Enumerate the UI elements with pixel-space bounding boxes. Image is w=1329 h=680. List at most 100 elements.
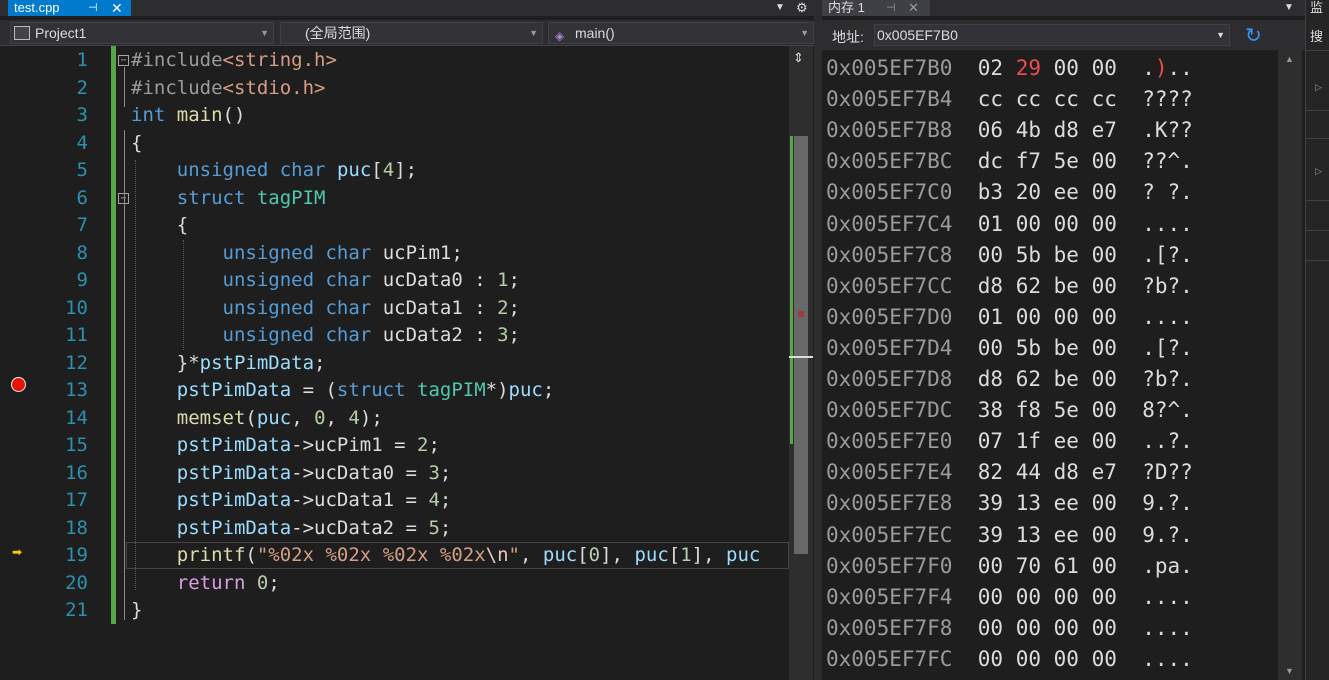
- memory-row[interactable]: 0x005EF7DC 38 f8 5e 00 8?^.: [826, 395, 1193, 426]
- memory-byte[interactable]: be: [1054, 243, 1079, 267]
- memory-byte[interactable]: 00: [1054, 212, 1079, 236]
- memory-byte[interactable]: ee: [1054, 429, 1079, 453]
- memory-byte[interactable]: cc: [1092, 87, 1117, 111]
- memory-byte[interactable]: 00: [978, 336, 1003, 360]
- memory-byte[interactable]: 00: [1092, 149, 1117, 173]
- pin-icon[interactable]: ⊣: [886, 0, 896, 16]
- memory-byte[interactable]: 00: [1092, 616, 1117, 640]
- scope-dropdown[interactable]: (全局范围) ▼: [280, 22, 543, 44]
- memory-byte[interactable]: 00: [1092, 585, 1117, 609]
- window-menu-dropdown-icon[interactable]: ▼: [1284, 0, 1294, 16]
- watch-search-input[interactable]: 搜: [1310, 26, 1323, 45]
- memory-row[interactable]: 0x005EF7F4 00 00 00 00 ....: [826, 582, 1193, 613]
- memory-byte[interactable]: 00: [978, 243, 1003, 267]
- memory-byte[interactable]: 01: [978, 212, 1003, 236]
- memory-row[interactable]: 0x005EF7E0 07 1f ee 00 ..?.: [826, 426, 1193, 457]
- code-line[interactable]: unsigned char ucPim1;: [131, 240, 789, 267]
- memory-byte[interactable]: 00: [978, 554, 1003, 578]
- memory-byte[interactable]: 06: [978, 118, 1003, 142]
- memory-row[interactable]: 0x005EF7F0 00 70 61 00 .pa.: [826, 551, 1193, 582]
- memory-byte[interactable]: 62: [1016, 274, 1041, 298]
- memory-byte[interactable]: 00: [1092, 180, 1117, 204]
- memory-byte[interactable]: 00: [1092, 56, 1117, 80]
- memory-byte[interactable]: e7: [1092, 118, 1117, 142]
- memory-byte[interactable]: 00: [1016, 647, 1041, 671]
- memory-byte[interactable]: 62: [1016, 367, 1041, 391]
- memory-row[interactable]: 0x005EF7D8 d8 62 be 00 ?b?.: [826, 364, 1193, 395]
- code-line[interactable]: int main(): [131, 102, 789, 129]
- memory-row[interactable]: 0x005EF7EC 39 13 ee 00 9.?.: [826, 520, 1193, 551]
- memory-byte[interactable]: 00: [978, 616, 1003, 640]
- memory-byte[interactable]: b3: [978, 180, 1003, 204]
- memory-byte[interactable]: d8: [978, 274, 1003, 298]
- code-line[interactable]: pstPimData->ucData0 = 3;: [131, 460, 789, 487]
- memory-byte[interactable]: 44: [1016, 460, 1041, 484]
- memory-byte[interactable]: 00: [1092, 367, 1117, 391]
- memory-byte[interactable]: 00: [1092, 491, 1117, 515]
- split-editor-icon[interactable]: ⇕: [793, 50, 804, 66]
- memory-byte[interactable]: 39: [978, 491, 1003, 515]
- memory-byte[interactable]: cc: [1016, 87, 1041, 111]
- breakpoint-icon[interactable]: [11, 377, 26, 392]
- editor-vertical-scrollbar[interactable]: ⇕: [789, 46, 813, 680]
- memory-byte[interactable]: 00: [1054, 647, 1079, 671]
- memory-row[interactable]: 0x005EF7BC dc f7 5e 00 ??^.: [826, 146, 1193, 177]
- code-line[interactable]: printf("%02x %02x %02x %02x\n", puc[0], …: [131, 542, 789, 569]
- memory-row[interactable]: 0x005EF7C0 b3 20 ee 00 ? ?.: [826, 177, 1193, 208]
- memory-row[interactable]: 0x005EF7C8 00 5b be 00 .[?.: [826, 240, 1193, 271]
- memory-byte[interactable]: 13: [1016, 523, 1041, 547]
- memory-byte[interactable]: 00: [1092, 647, 1117, 671]
- memory-byte[interactable]: be: [1054, 336, 1079, 360]
- tab-test-cpp[interactable]: test.cpp ⊣ ✕: [8, 0, 131, 16]
- memory-byte[interactable]: 00: [1054, 585, 1079, 609]
- memory-byte[interactable]: e7: [1092, 460, 1117, 484]
- memory-row[interactable]: 0x005EF7D0 01 00 00 00 ....: [826, 302, 1193, 333]
- memory-byte[interactable]: 5e: [1054, 398, 1079, 422]
- memory-row[interactable]: 0x005EF7FC 00 00 00 00 ....: [826, 644, 1193, 675]
- memory-byte[interactable]: 00: [978, 647, 1003, 671]
- memory-byte[interactable]: ee: [1054, 523, 1079, 547]
- pin-icon[interactable]: ⊣: [88, 0, 98, 16]
- memory-vertical-scrollbar[interactable]: ▲ ▼: [1278, 50, 1302, 680]
- code-line[interactable]: unsigned char ucData0 : 1;: [131, 267, 789, 294]
- memory-byte[interactable]: 5e: [1054, 149, 1079, 173]
- code-line[interactable]: unsigned char ucData2 : 3;: [131, 322, 789, 349]
- code-editor[interactable]: test.cpp ⊣ ✕ ▼ ⚙ Project1 ▼ (全局范围) ▼ ◈ m…: [0, 0, 814, 680]
- scroll-down-icon[interactable]: ▼: [1285, 666, 1294, 676]
- code-line[interactable]: struct tagPIM: [131, 185, 789, 212]
- memory-byte[interactable]: 38: [978, 398, 1003, 422]
- code-line[interactable]: unsigned char puc[4];: [131, 157, 789, 184]
- memory-byte[interactable]: be: [1054, 274, 1079, 298]
- memory-byte[interactable]: 5b: [1016, 243, 1041, 267]
- memory-byte[interactable]: 00: [1016, 585, 1041, 609]
- memory-byte[interactable]: 13: [1016, 491, 1041, 515]
- memory-row[interactable]: 0x005EF7B4 cc cc cc cc ????: [826, 84, 1193, 115]
- code-line[interactable]: pstPimData->ucData2 = 5;: [131, 515, 789, 542]
- memory-byte[interactable]: d8: [1054, 460, 1079, 484]
- memory-byte[interactable]: 00: [1092, 274, 1117, 298]
- memory-byte[interactable]: 00: [1054, 305, 1079, 329]
- code-line[interactable]: pstPimData = (struct tagPIM*)puc;: [131, 377, 789, 404]
- close-icon[interactable]: ✕: [908, 0, 919, 16]
- code-line[interactable]: #include<stdio.h>: [131, 75, 789, 102]
- memory-byte[interactable]: 00: [1092, 523, 1117, 547]
- glyph-margin[interactable]: [0, 46, 30, 680]
- memory-byte[interactable]: 02: [978, 56, 1003, 80]
- memory-byte[interactable]: 00: [1016, 212, 1041, 236]
- memory-byte[interactable]: 00: [1054, 616, 1079, 640]
- code-line[interactable]: return 0;: [131, 570, 789, 597]
- memory-byte[interactable]: 00: [978, 585, 1003, 609]
- memory-row[interactable]: 0x005EF7E4 82 44 d8 e7 ?D??: [826, 457, 1193, 488]
- memory-byte[interactable]: 00: [1092, 305, 1117, 329]
- address-input[interactable]: 0x005EF7B0 ▼: [874, 24, 1230, 46]
- memory-byte[interactable]: 70: [1016, 554, 1041, 578]
- close-icon[interactable]: ✕: [111, 0, 123, 16]
- memory-byte[interactable]: 07: [978, 429, 1003, 453]
- memory-row[interactable]: 0x005EF7B0 02 29 00 00 .)..: [826, 53, 1193, 84]
- memory-byte[interactable]: be: [1054, 367, 1079, 391]
- memory-byte[interactable]: 20: [1016, 180, 1041, 204]
- expand-icon[interactable]: ▷: [1315, 82, 1322, 93]
- gear-icon[interactable]: ⚙: [796, 0, 808, 16]
- project-dropdown[interactable]: Project1 ▼: [10, 22, 274, 44]
- tab-list-dropdown-icon[interactable]: ▼: [775, 0, 785, 16]
